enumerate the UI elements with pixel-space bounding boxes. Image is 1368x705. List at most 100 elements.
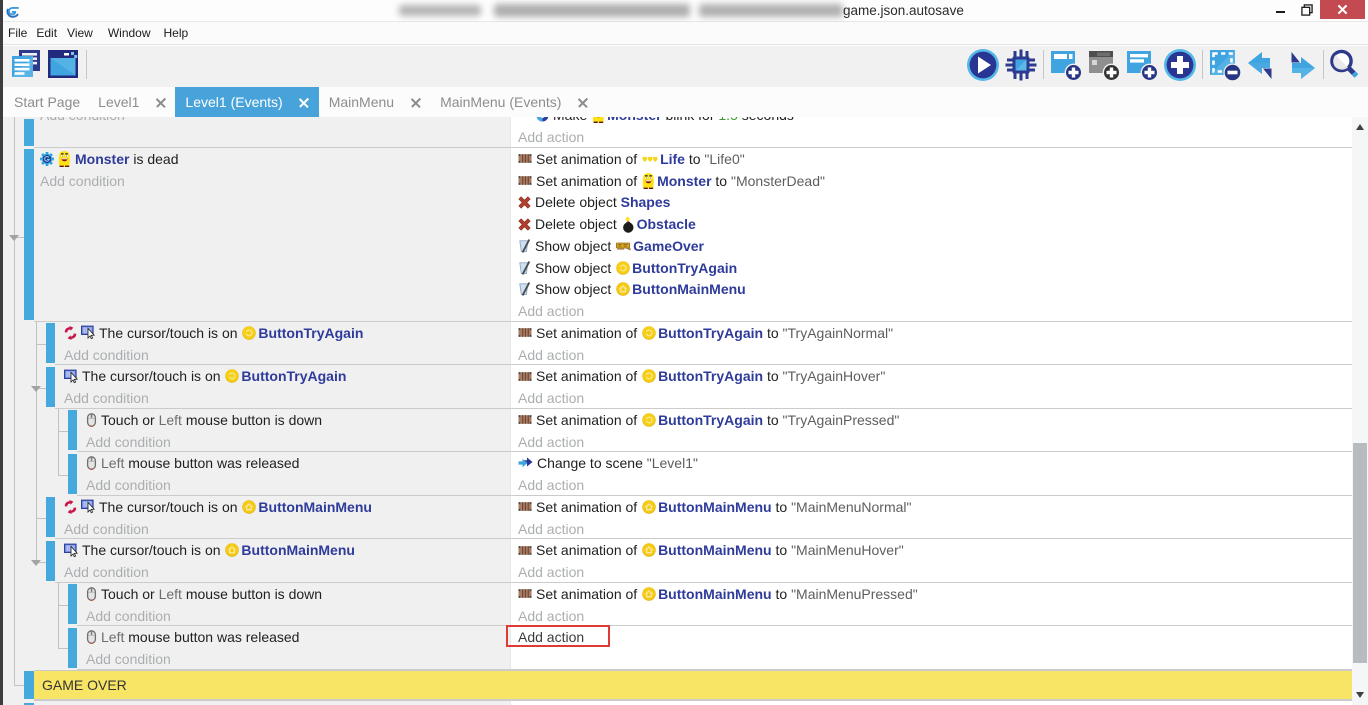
action-row[interactable]: Set animation of ButtonMainMenu to "Main… [511,496,1352,518]
action-row[interactable]: Add action [511,561,1352,583]
action-row[interactable]: Add action [511,474,1352,496]
action-row[interactable]: Add action [511,605,1352,627]
event-block[interactable]: The cursor/touch is on ButtonTryAgain Add… [46,322,1352,366]
action-row[interactable]: Set animation of ButtonTryAgain to "TryA… [511,322,1352,344]
add-action-link[interactable]: Add action [518,303,584,319]
menu-help[interactable]: Help [164,22,189,44]
actions-cell[interactable]: Change to scene "Level1" Add action [510,452,1352,495]
actions-cell[interactable]: Set animation of ButtonTryAgain to "TryA… [510,322,1352,365]
event-block[interactable]: Monster is deadAdd condition Set animati… [24,148,1352,322]
condition-row[interactable]: Add condition [77,605,510,627]
conditions-cell[interactable]: Touch or Left mouse button is downAdd co… [77,583,510,626]
add-action-link[interactable]: Add action [518,477,584,493]
vertical-scrollbar[interactable] [1352,117,1368,705]
condition-row[interactable]: Left mouse button was released [77,452,510,474]
add-event-button[interactable] [1049,48,1083,82]
add-comment-button[interactable] [1125,48,1159,82]
conditions-cell[interactable]: The cursor/touch is on ButtonMainMenu Add… [55,496,510,539]
add-condition-link[interactable]: Add condition [86,434,171,450]
condition-row[interactable]: Add condition [77,474,510,496]
conditions-cell[interactable]: Monster is deadAdd condition [34,148,510,321]
conditions-cell[interactable]: Touch or Left mouse button is down Add co… [77,409,510,452]
actions-cell[interactable] [510,701,1352,705]
collapse-triangle-icon[interactable] [31,560,41,566]
action-row[interactable] [511,701,1352,705]
add-condition-link[interactable]: Add condition [64,564,149,580]
tab-mainmenu-events-[interactable]: MainMenu (Events) [430,87,597,118]
action-row[interactable]: Change to scene "Level1" [511,452,1352,474]
add-condition-link[interactable]: Add condition [64,521,149,537]
action-row[interactable]: Add action [511,126,1352,148]
event-block[interactable]: Left mouse button was releasedAdd condit… [68,452,1352,496]
action-row[interactable]: Add action [511,626,1352,648]
tab-close-icon[interactable] [577,97,587,107]
tab-level1-events-[interactable]: Level1 (Events) [175,87,318,118]
condition-row[interactable]: Touch or Left mouse button is down [77,409,510,431]
actions-cell[interactable]: Set animation of Life to "Life0" Set ani… [510,148,1352,321]
undo-button[interactable] [1246,50,1280,82]
add-condition-link[interactable]: Add condition [86,608,171,624]
condition-row[interactable]: The cursor/touch is on ButtonTryAgain [55,365,510,387]
comment-cell[interactable]: GAME OVER [34,671,1352,701]
actions-cell[interactable]: Set animation of ButtonMainMenu to "Main… [510,539,1352,582]
condition-row[interactable]: Add condition [55,518,510,540]
action-row[interactable]: Add action [511,300,1352,322]
collapse-triangle-icon[interactable] [31,386,41,392]
condition-row[interactable]: Add condition [77,431,510,453]
add-condition-link[interactable]: Add condition [64,347,149,363]
add-action-link[interactable]: Add action [518,347,584,363]
action-row[interactable]: Add action [511,518,1352,540]
deselect-button[interactable] [1208,48,1242,82]
condition-row[interactable]: Add condition [55,561,510,583]
actions-cell[interactable]: Set animation of ButtonTryAgain to "TryA… [510,365,1352,408]
play-button[interactable] [966,48,1000,82]
maximize-button[interactable] [1297,0,1317,19]
actions-cell[interactable]: Add action [510,626,1352,669]
tab-mainmenu[interactable]: MainMenu [319,87,430,118]
condition-row[interactable]: Add condition [55,344,510,366]
minimize-button[interactable] [1270,0,1292,19]
action-row[interactable]: Set animation of ButtonTryAgain to "TryA… [511,409,1352,431]
condition-row[interactable]: The cursor/touch is on ButtonTryAgain [55,322,510,344]
tab-level1[interactable]: Level1 [88,87,175,118]
add-action-link[interactable]: Add action [518,390,584,406]
scroll-up-button[interactable] [1352,119,1368,135]
conditions-cell[interactable]: Left mouse button was released Add condit… [77,626,510,669]
tab-close-icon[interactable] [410,97,420,107]
add-condition-link[interactable]: Add condition [86,651,171,667]
actions-cell[interactable]: Set animation of ButtonTryAgain to "TryA… [510,409,1352,452]
add-circle-button[interactable] [1163,48,1197,82]
add-subevent-button[interactable] [1087,48,1121,82]
menu-view[interactable]: View [67,22,93,44]
menu-window[interactable]: Window [108,22,151,44]
action-row[interactable]: Set animation of Monster to "MonsterDead… [511,170,1352,192]
conditions-cell[interactable]: The cursor/touch is on ButtonTryAgain Add… [55,365,510,408]
actions-cell[interactable]: Set animation of ButtonMainMenu to "Main… [510,496,1352,539]
add-action-link[interactable]: Add action [518,129,584,145]
redo-button[interactable] [1283,50,1317,82]
action-row[interactable]: Show object GameOver [511,235,1352,257]
action-row[interactable]: Show object ButtonMainMenu [511,278,1352,300]
conditions-cell[interactable]: Add condition [34,117,510,147]
condition-row[interactable]: Add condition [77,648,510,670]
comment-event[interactable]: GAME OVER [24,670,1352,702]
event-block[interactable]: The cursor/touch is on ButtonMainMenuAdd… [46,496,1352,540]
action-row[interactable]: Add action [511,431,1352,453]
tab-close-icon[interactable] [299,97,309,107]
add-condition-link[interactable]: Add condition [40,173,125,189]
search-button[interactable] [1328,48,1362,82]
condition-row[interactable]: The cursor/touch is on ButtonMainMenu [55,496,510,518]
conditions-cell[interactable]: Left mouse button was releasedAdd condit… [77,452,510,495]
add-condition-link[interactable]: Add condition [64,390,149,406]
event-block[interactable]: The cursor/touch is on ButtonMainMenuAdd… [46,539,1352,583]
conditions-cell[interactable]: The cursor/touch is on ButtonTryAgain Add… [55,322,510,365]
add-action-link[interactable]: Add action [518,434,584,450]
actions-cell[interactable]: Set animation of ButtonMainMenu to "Main… [510,583,1352,626]
condition-row[interactable]: The cursor/touch is on ButtonMainMenu [55,539,510,561]
action-row[interactable]: Set animation of ButtonMainMenu to "Main… [511,583,1352,605]
condition-row[interactable]: Left mouse button was released [77,626,510,648]
action-row[interactable]: Set animation of ButtonMainMenu to "Main… [511,539,1352,561]
condition-row[interactable]: Add condition [34,117,510,126]
debugger-button[interactable] [1004,48,1038,82]
scroll-down-button[interactable] [1352,687,1368,703]
